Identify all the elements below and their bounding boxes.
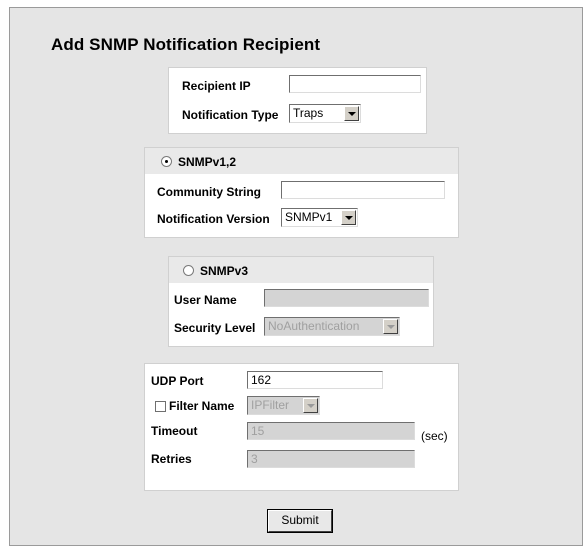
filter-name-value: IPFilter [251,398,290,412]
page-title: Add SNMP Notification Recipient [51,35,321,54]
community-string-input[interactable] [281,181,445,199]
chevron-down-icon[interactable] [341,210,356,225]
chevron-down-icon[interactable] [344,106,359,121]
snmpv12-panel: SNMPv1,2 Community String Notification V… [144,147,459,238]
udp-port-label: UDP Port [151,374,204,388]
snmpv12-radio[interactable] [161,156,172,167]
security-level-label: Security Level [174,321,256,335]
timeout-input[interactable]: 15 [247,422,415,440]
notification-type-value: Traps [293,106,324,120]
notification-type-label: Notification Type [182,108,279,122]
notification-version-select[interactable]: SNMPv1 [281,208,358,227]
retries-label: Retries [151,452,192,466]
recipient-panel: Recipient IP Notification Type Traps [168,67,427,134]
filter-name-label: Filter Name [169,399,235,413]
udp-port-input[interactable]: 162 [247,371,383,389]
notification-version-label: Notification Version [157,212,270,226]
chevron-down-icon[interactable] [383,319,398,334]
timeout-label: Timeout [151,424,198,438]
snmpv12-radio-label: SNMPv1,2 [178,155,237,169]
notification-type-select[interactable]: Traps [289,104,361,123]
security-level-value: NoAuthentication [268,319,360,333]
timeout-unit: (sec) [421,429,448,443]
recipient-ip-label: Recipient IP [182,79,251,93]
chevron-down-icon[interactable] [303,398,318,413]
security-level-select[interactable]: NoAuthentication [264,317,400,336]
user-name-label: User Name [174,293,237,307]
content-frame: Add SNMP Notification Recipient Recipien… [9,7,583,546]
filter-name-select[interactable]: IPFilter [247,396,320,415]
submit-button[interactable]: Submit [267,509,333,533]
misc-panel: UDP Port 162 Filter Name IPFilter Timeou… [144,363,459,491]
snmpv3-radio-label: SNMPv3 [200,264,249,278]
snmpv3-panel: SNMPv3 User Name Security Level NoAuthen… [168,256,434,347]
filter-name-checkbox[interactable] [155,401,166,412]
notification-version-value: SNMPv1 [285,210,333,224]
snmpv3-radio[interactable] [183,265,194,276]
community-string-label: Community String [157,185,261,199]
user-name-input[interactable] [264,289,429,307]
retries-input[interactable]: 3 [247,450,415,468]
recipient-ip-input[interactable] [289,75,421,93]
